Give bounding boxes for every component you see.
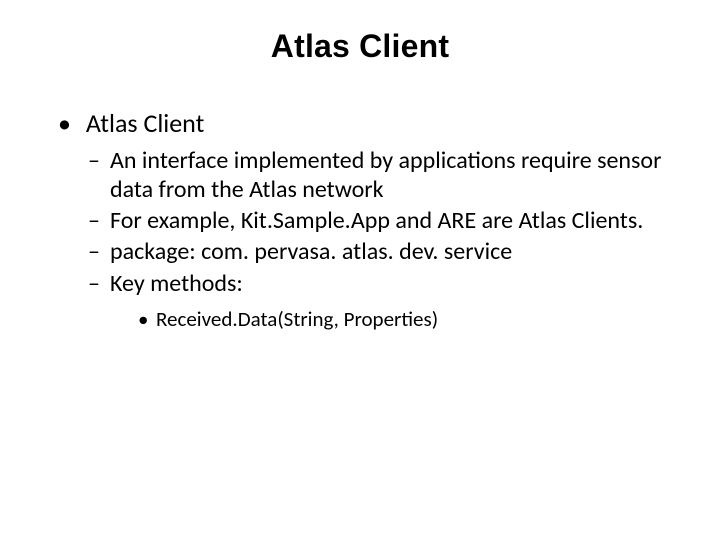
list-item: Key methods: Received.Data(String, Prope… <box>88 269 670 333</box>
list-item: An interface implemented by applications… <box>88 146 670 205</box>
bullet-list-level-2: An interface implemented by applications… <box>58 146 670 333</box>
bullet-text: For example, Kit.Sample.App and ARE are … <box>110 206 643 235</box>
list-item: package: com. pervasa. atlas. dev. servi… <box>88 237 670 266</box>
slide-title: Atlas Client <box>50 28 670 65</box>
bullet-text: Atlas Client <box>86 107 204 139</box>
bullet-text: package: com. pervasa. atlas. dev. servi… <box>110 237 512 266</box>
bullet-text: Received.Data(String, Properties) <box>156 306 438 332</box>
list-item: For example, Kit.Sample.App and ARE are … <box>88 206 670 235</box>
bullet-list-level-1: Atlas Client An interface implemented by… <box>50 107 670 332</box>
bullet-text: Key methods: <box>110 269 243 298</box>
bullet-list-level-3: Received.Data(String, Properties) <box>110 306 670 332</box>
list-item: Received.Data(String, Properties) <box>138 306 670 332</box>
slide: Atlas Client Atlas Client An interface i… <box>0 0 720 540</box>
list-item: Atlas Client An interface implemented by… <box>58 107 670 332</box>
bullet-text: An interface implemented by applications… <box>110 146 661 204</box>
